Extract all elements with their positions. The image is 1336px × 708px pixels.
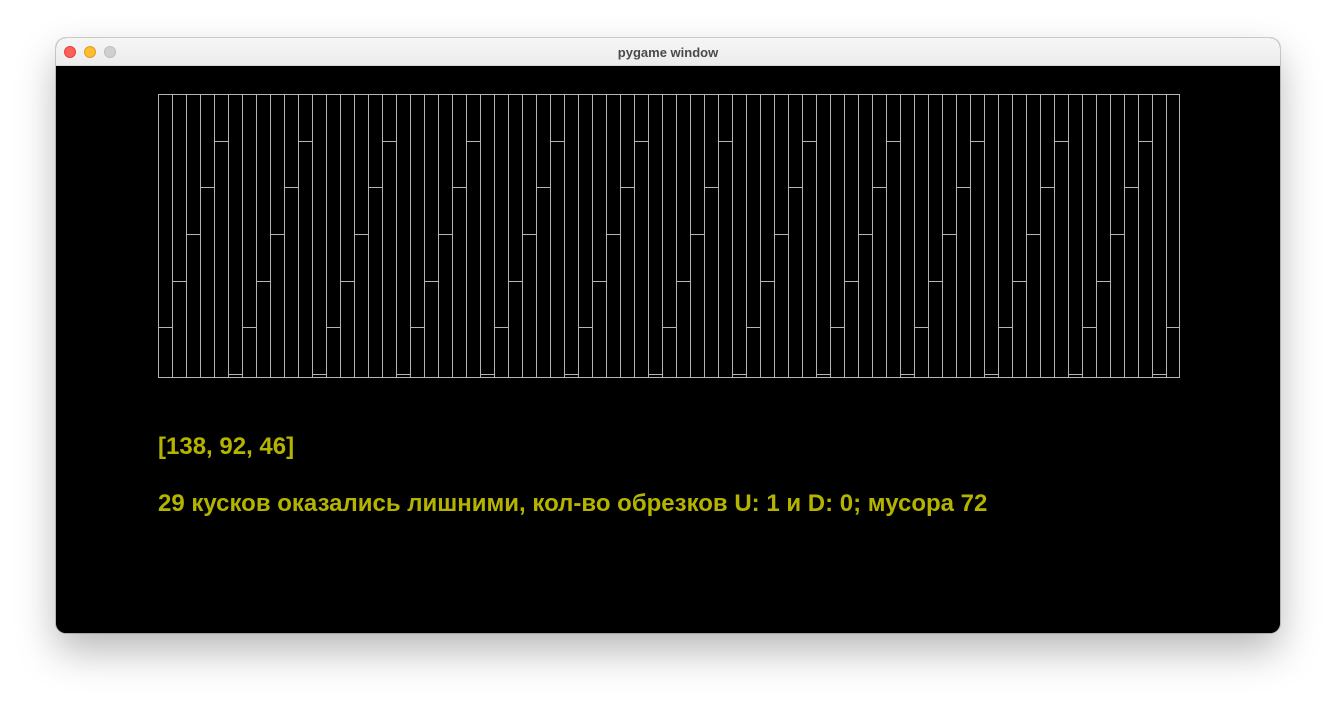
pygame-window: pygame window [138, 92, 46] 29 кусков ок… bbox=[56, 38, 1280, 633]
cutting-board-drawing bbox=[158, 94, 1180, 378]
summary-output: 29 кусков оказались лишними, кол-во обре… bbox=[158, 490, 988, 517]
title-bar[interactable]: pygame window bbox=[56, 38, 1280, 66]
window-title: pygame window bbox=[617, 45, 719, 60]
pygame-canvas[interactable]: [138, 92, 46] 29 кусков оказались лишним… bbox=[56, 66, 1280, 633]
lengths-output: [138, 92, 46] bbox=[158, 433, 295, 460]
